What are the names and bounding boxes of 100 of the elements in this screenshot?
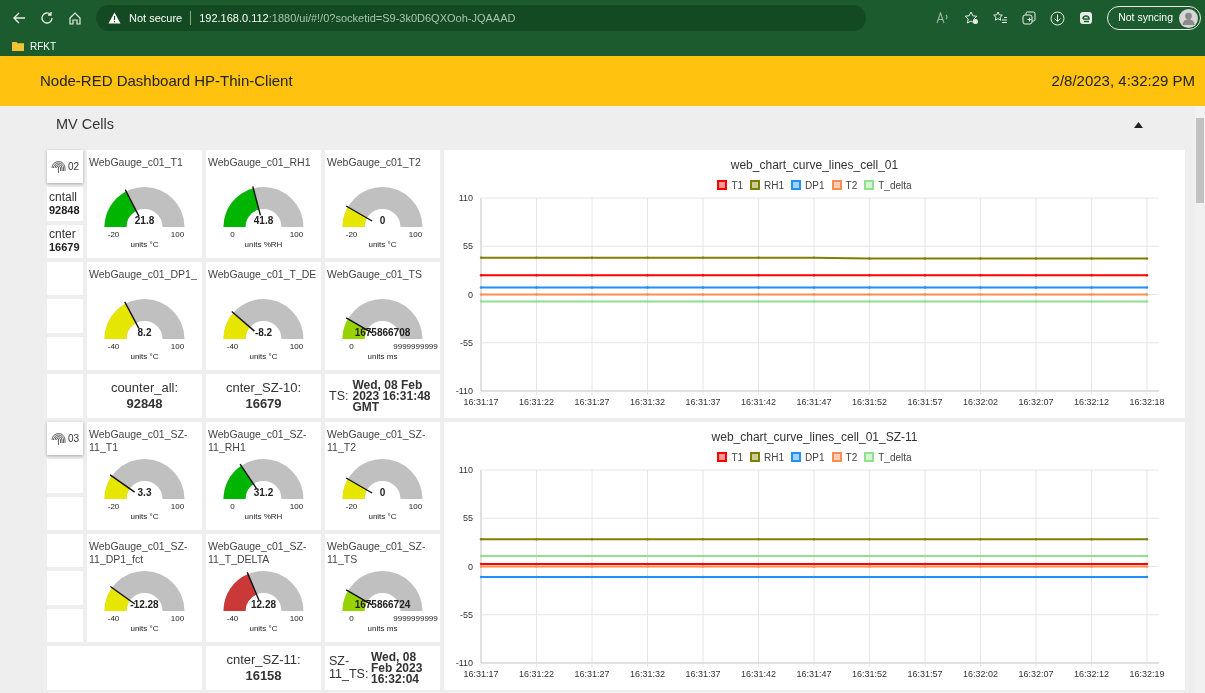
home-icon[interactable] bbox=[68, 11, 82, 25]
gauge-value: -12.28 bbox=[130, 599, 159, 610]
axis-label: 16:32:18 bbox=[1129, 397, 1165, 407]
folder-icon bbox=[12, 41, 24, 51]
axis-label: 16:31:42 bbox=[741, 397, 776, 407]
gauge-needle bbox=[252, 185, 262, 217]
widget-label: cnter_SZ-11: bbox=[226, 652, 301, 668]
legend-item[interactable]: DP1 bbox=[791, 449, 825, 465]
counter-label: cnter bbox=[49, 228, 77, 242]
collections-icon[interactable] bbox=[1022, 11, 1037, 25]
address-bar[interactable]: Not secure 192.168.0.112:1880/ui/#!/0?socketid=S9-3k0D6QXOoh-JQAAAD bbox=[96, 5, 866, 31]
download-icon[interactable] bbox=[1050, 10, 1066, 26]
gauge-max: 100 bbox=[170, 502, 185, 511]
gauge-title: WebGauge_c01_DP1_ bbox=[88, 267, 198, 281]
axis-label: 16:32:12 bbox=[1074, 669, 1109, 679]
widget-value: 92848 bbox=[126, 396, 163, 412]
gauge-needle bbox=[231, 310, 256, 332]
gauge-max: 100 bbox=[289, 342, 304, 351]
address-text[interactable]: 192.168.0.112:1880/ui/#!/0?socketid=S9-3k0D6QXOoh-JQAAAD bbox=[199, 9, 516, 27]
security-label[interactable]: Not secure bbox=[129, 9, 183, 27]
favorite-add-icon[interactable] bbox=[964, 11, 980, 25]
legend-item[interactable]: T_delta bbox=[864, 177, 912, 193]
axis-label: 110 bbox=[458, 466, 473, 475]
bookmark[interactable]: RFKT bbox=[12, 38, 57, 54]
avatar-icon bbox=[1179, 8, 1198, 28]
gauge-units: units %RH bbox=[244, 512, 283, 521]
axis-label: 16:31:22 bbox=[519, 397, 554, 407]
gauge-max: 100 bbox=[170, 614, 185, 623]
counter-value: 92848 bbox=[49, 204, 81, 217]
gauge-title: WebGauge_c01_RH1 bbox=[207, 155, 312, 169]
gauge-min: -40 bbox=[107, 342, 120, 351]
cell-button[interactable]: 02 bbox=[47, 150, 83, 184]
chart-title: web_chart_curve_lines_cell_01 bbox=[729, 157, 900, 174]
back-icon[interactable] bbox=[12, 11, 26, 25]
gauge-min: 0 bbox=[349, 342, 354, 351]
legend-item[interactable]: T1 bbox=[717, 177, 744, 193]
widget-label: SZ-11_TS: bbox=[329, 655, 367, 681]
axis-label: 16:32:02 bbox=[963, 669, 998, 679]
gauge-needle bbox=[124, 189, 140, 218]
gauge-units: units °C bbox=[368, 240, 397, 249]
legend-item[interactable]: RH1 bbox=[750, 177, 785, 193]
legend-item[interactable]: T1 bbox=[717, 449, 744, 465]
legend-item[interactable]: DP1 bbox=[791, 177, 825, 193]
axis-label: 16:31:37 bbox=[685, 669, 721, 679]
axis-label: 16:31:32 bbox=[630, 669, 665, 679]
favorites-icon[interactable] bbox=[993, 11, 1009, 25]
cell-button[interactable]: 03 bbox=[47, 422, 83, 456]
axis-label: 16:31:52 bbox=[852, 669, 887, 679]
axis-label: 16:32:07 bbox=[1018, 397, 1054, 407]
gauge-value: 8.2 bbox=[137, 327, 152, 338]
axis-label: -110 bbox=[455, 658, 473, 668]
gauge-max: 9999999999 bbox=[393, 614, 438, 623]
gauge-units: units °C bbox=[130, 352, 159, 361]
gauge-value: 12.28 bbox=[251, 599, 276, 610]
gauge-min: 0 bbox=[230, 230, 235, 239]
axis-label: 16:31:47 bbox=[796, 669, 832, 679]
gauge-min: -40 bbox=[226, 614, 239, 623]
axis-label: -110 bbox=[455, 386, 473, 396]
gauge-min: -40 bbox=[107, 614, 120, 623]
widget-label: counter_all: bbox=[110, 380, 179, 396]
widget-value: 16679 bbox=[245, 396, 282, 412]
widget-value: Wed, 08 Feb 2023 16:32:04 bbox=[371, 651, 424, 685]
legend-item[interactable]: RH1 bbox=[750, 449, 785, 465]
axis-label: 16:31:37 bbox=[685, 397, 721, 407]
axis-label: 0 bbox=[468, 289, 473, 300]
widget-value: 16158 bbox=[245, 668, 282, 684]
gauge-value: 21.8 bbox=[134, 215, 155, 226]
axis-label: 16:31:32 bbox=[630, 397, 665, 407]
axis-label: 16:31:52 bbox=[852, 397, 887, 407]
axis-label: 16:31:17 bbox=[463, 397, 499, 407]
counter-value: 16679 bbox=[49, 241, 81, 255]
legend-item[interactable]: T2 bbox=[831, 177, 858, 193]
copilot-icon[interactable] bbox=[1079, 11, 1094, 25]
axis-label: 16:31:27 bbox=[574, 669, 610, 679]
gauge-title: WebGauge_c01_T_DE bbox=[207, 267, 318, 281]
axis-label: 110 bbox=[458, 194, 473, 203]
gauge-units: units ms bbox=[367, 352, 398, 361]
gauge-needle bbox=[345, 205, 373, 222]
gauge-title: WebGauge_c01_TS bbox=[326, 267, 423, 281]
legend-item[interactable]: T2 bbox=[831, 449, 858, 465]
axis-label: 16:32:02 bbox=[963, 397, 998, 407]
legend-item[interactable]: T_delta bbox=[864, 449, 912, 465]
scrollbar-thumb[interactable] bbox=[1196, 118, 1204, 203]
empty-card bbox=[47, 459, 83, 493]
axis-label: 55 bbox=[463, 513, 473, 524]
collapse-icon[interactable] bbox=[1134, 122, 1143, 128]
gauge-title: WebGauge_c01_T1 bbox=[88, 155, 184, 169]
gauge-title: WebGauge_c01_T2 bbox=[326, 155, 422, 169]
gauge-max: 100 bbox=[289, 230, 304, 239]
gauge-title: WebGauge_c01_SZ-11_DP1_fct bbox=[88, 539, 189, 566]
gauge-min: -20 bbox=[345, 502, 358, 511]
gauge-max: 9999999999 bbox=[393, 342, 438, 351]
gauge-min: -20 bbox=[107, 230, 120, 239]
gauge-value: 0 bbox=[379, 487, 386, 498]
warning-icon bbox=[108, 12, 121, 24]
refresh-icon[interactable] bbox=[40, 11, 54, 25]
gauge-min: -20 bbox=[107, 502, 120, 511]
read-aloud-icon[interactable] bbox=[936, 12, 951, 24]
gauge-units: units ms bbox=[367, 624, 398, 633]
gauge-value: 0 bbox=[379, 215, 386, 226]
